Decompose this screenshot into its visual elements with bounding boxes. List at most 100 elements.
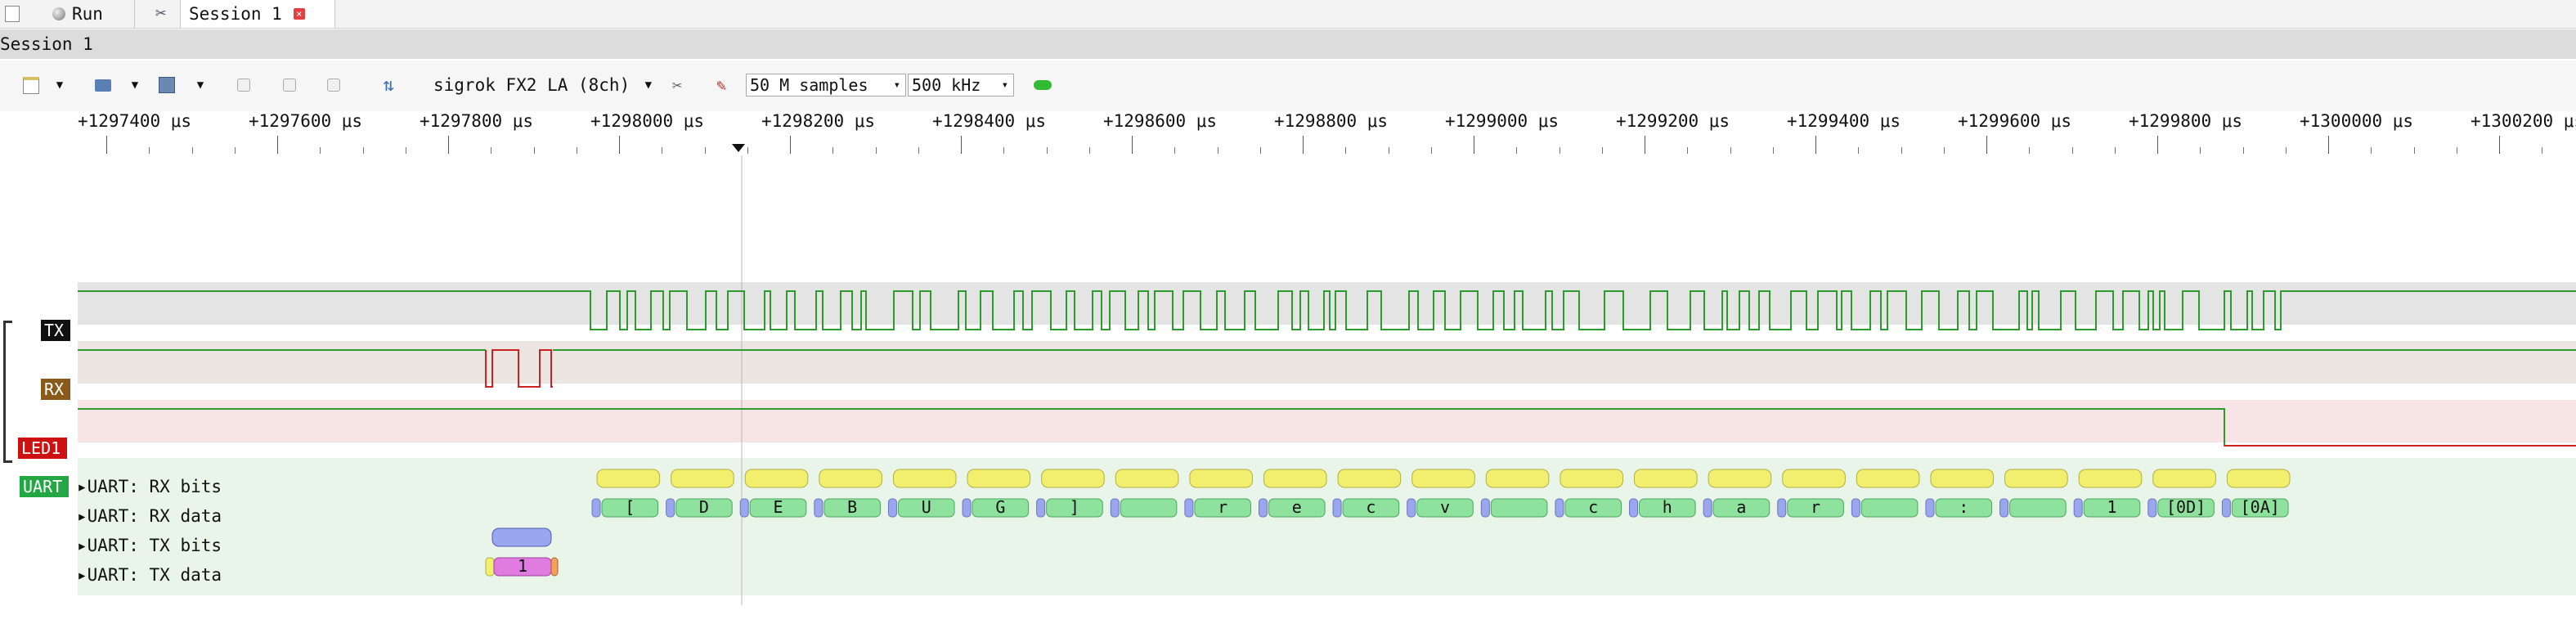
chevron-down-icon: ▾ xyxy=(1001,79,1008,92)
tab-session-label: Session 1 xyxy=(189,4,282,24)
decoder-row-rx-data[interactable]: ▸UART: RX data xyxy=(77,506,222,526)
rx-data-value: ] xyxy=(1070,497,1079,517)
rx-start-bit xyxy=(1777,498,1787,518)
ruler-minor-tick xyxy=(2371,147,2372,154)
save-dropdown[interactable]: ▼ xyxy=(193,74,208,97)
decoder-row-tx-data[interactable]: ▸UART: TX data xyxy=(77,565,222,585)
rx-data-value: [ xyxy=(625,497,635,517)
rx-bits-annotation xyxy=(2152,469,2216,488)
rx-bits-annotation xyxy=(1041,469,1105,488)
ruler-minor-tick xyxy=(1858,147,1860,154)
rx-bits-annotation xyxy=(1485,469,1550,488)
ruler-minor-tick xyxy=(533,147,535,154)
rx-bits-annotation xyxy=(892,469,957,488)
rx-data-value: h xyxy=(1663,497,1672,517)
ruler-minor-tick xyxy=(1516,147,1518,154)
ruler-minor-tick xyxy=(2071,147,2073,154)
rx-data-value: r xyxy=(1218,497,1227,517)
rx-data-value: v xyxy=(1440,497,1450,517)
cursor-button[interactable]: ⇅ xyxy=(376,74,401,97)
rx-bits-annotation xyxy=(671,469,734,488)
channel-label-led1[interactable]: LED1 xyxy=(18,438,68,459)
rx-bits-annotation xyxy=(1782,469,1846,488)
time-ruler[interactable]: +1297400 μs +1297600 μs +1297800 μs +129800… xyxy=(0,111,2576,155)
run-button[interactable] xyxy=(1030,74,1055,97)
ruler-major-tick xyxy=(1815,136,1816,154)
rx-start-bit xyxy=(1110,498,1120,518)
rx-bits-annotation xyxy=(1634,469,1698,488)
zoom-in-button[interactable] xyxy=(232,74,255,97)
new-tab-icon[interactable] xyxy=(5,6,20,22)
sample-count-select[interactable]: 50 M samples ▾ xyxy=(746,74,906,97)
wrench-icon: ✂ xyxy=(671,75,683,95)
ruler-tick-label: +1297800 μs xyxy=(420,111,534,131)
decoder-row-tx-bits[interactable]: ▸UART: TX bits xyxy=(77,536,222,555)
channel-group-bracket xyxy=(3,321,12,463)
new-session-button[interactable] xyxy=(20,74,43,97)
rx-bits-annotation xyxy=(2226,469,2291,488)
ruler-tick-label: +1298800 μs xyxy=(1274,111,1389,131)
configure-device-button[interactable]: ✂ xyxy=(666,74,689,97)
ruler-minor-tick xyxy=(1430,147,1432,154)
open-dropdown[interactable]: ▼ xyxy=(128,74,142,97)
tab-session[interactable]: Session 1 × xyxy=(180,0,335,28)
rx-start-bit xyxy=(1036,498,1046,518)
ruler-major-tick xyxy=(2328,136,2329,154)
cursor-marker-icon[interactable] xyxy=(732,144,745,152)
ruler-minor-tick xyxy=(747,147,748,154)
zoom-fit-button[interactable] xyxy=(322,74,345,97)
rx-start-bit xyxy=(666,498,675,518)
ruler-minor-tick xyxy=(1901,147,1902,154)
trace-view[interactable]: [D E B U G] r e c v c h a r: 1 [0D] [0A] 1 xyxy=(0,155,2576,605)
rx-data-annotation xyxy=(1860,498,1919,518)
new-session-icon xyxy=(23,76,39,94)
ruler-minor-tick xyxy=(2242,147,2244,154)
tab-run[interactable]: Run xyxy=(36,0,135,28)
rx-bits-annotation xyxy=(1189,469,1253,488)
zoom-out-button[interactable] xyxy=(278,74,301,97)
rx-start-bit xyxy=(1703,498,1712,518)
ruler-tick-label: +1299600 μs xyxy=(1958,111,2072,131)
ruler-major-tick xyxy=(2499,136,2500,154)
ruler-minor-tick xyxy=(149,147,150,154)
new-session-dropdown[interactable]: ▼ xyxy=(52,74,67,97)
device-selector[interactable]: sigrok FX2 LA (8ch) ▼ xyxy=(433,74,658,97)
rx-data-value: U xyxy=(922,497,931,517)
ruler-minor-tick xyxy=(1003,147,1005,154)
open-button[interactable] xyxy=(92,74,114,97)
ruler-major-tick xyxy=(790,136,791,154)
decoder-row-rx-bits[interactable]: ▸UART: RX bits xyxy=(77,477,222,496)
device-name: sigrok FX2 LA (8ch) xyxy=(433,75,631,95)
rx-start-bit xyxy=(591,498,601,518)
samplerate-select[interactable]: 500 kHz ▾ xyxy=(908,74,1014,97)
rx-bits-annotation xyxy=(2078,469,2143,488)
cursor-icon: ⇅ xyxy=(383,74,394,96)
rx-start-bit xyxy=(2073,498,2083,518)
ruler-minor-tick xyxy=(918,147,919,154)
close-tab-icon[interactable]: × xyxy=(293,8,305,20)
ruler-minor-tick xyxy=(1174,147,1176,154)
probe-icon: ✎ xyxy=(716,75,727,95)
rx-start-bit xyxy=(887,498,897,518)
rx-bits-annotation xyxy=(1930,469,1995,488)
channel-label-uart[interactable]: UART xyxy=(20,476,70,497)
channel-label-rx[interactable]: RX xyxy=(41,379,71,400)
probe-config-button[interactable]: ✎ xyxy=(710,74,733,97)
save-button[interactable] xyxy=(155,74,178,97)
rx-start-bit xyxy=(2147,498,2157,518)
channel-label-tx[interactable]: TX xyxy=(41,320,71,341)
ruler-major-tick xyxy=(277,136,278,154)
tx-start-bit xyxy=(485,557,495,577)
tx-channel-bg xyxy=(78,282,2576,325)
rx-bits-annotation xyxy=(1411,469,1475,488)
ruler-minor-tick xyxy=(1601,147,1603,154)
rx-data-value: [0A] xyxy=(2241,497,2280,517)
ruler-minor-tick xyxy=(362,147,364,154)
rx-data-value: D xyxy=(699,497,709,517)
rx-data-annotation xyxy=(2009,498,2067,518)
tools-icon[interactable]: ✂ xyxy=(155,3,166,24)
rx-data-value: r xyxy=(1811,497,1820,517)
ruler-minor-tick xyxy=(875,147,877,154)
ruler-tick-label: +1299200 μs xyxy=(1616,111,1730,131)
rx-start-bit xyxy=(1851,498,1860,518)
